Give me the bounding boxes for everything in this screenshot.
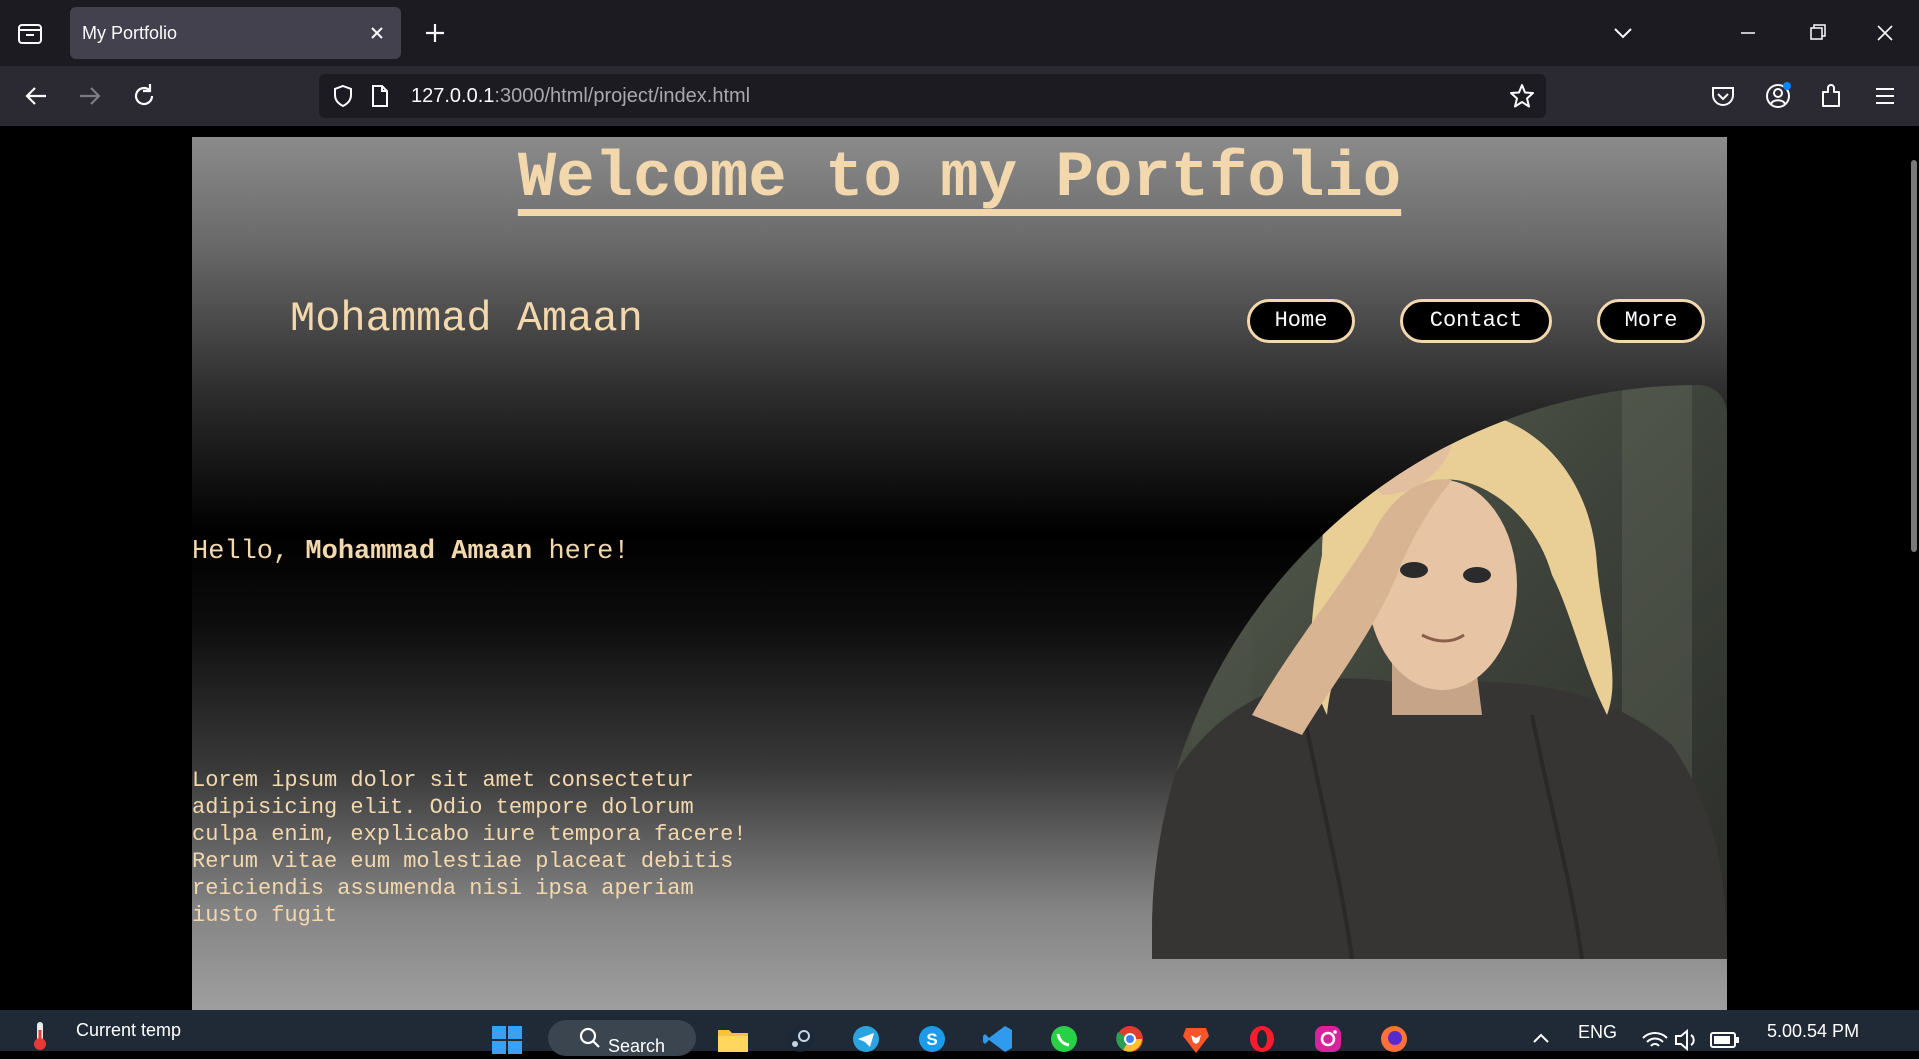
chrome-icon[interactable] — [1113, 1024, 1147, 1054]
plus-icon[interactable] — [420, 18, 450, 48]
url-text[interactable]: 127.0.0.1:3000/html/project/index.html — [411, 85, 750, 108]
language-indicator[interactable]: ENG — [1578, 1022, 1617, 1043]
search-label: Search — [608, 1036, 666, 1056]
hello-text: Hello, Mohammad Amaan here! — [192, 537, 629, 567]
skype-icon[interactable]: S — [915, 1024, 949, 1054]
hello-suffix: here! — [532, 537, 630, 567]
page-viewport: Welcome to my Portfolio Mohammad Amaan H… — [0, 126, 1919, 1010]
window-close-icon[interactable] — [1868, 18, 1902, 48]
profile-image — [1152, 385, 1727, 959]
brave-icon[interactable] — [1179, 1024, 1213, 1054]
star-icon[interactable] — [1508, 82, 1536, 110]
address-bar[interactable]: 127.0.0.1:3000/html/project/index.html — [319, 74, 1546, 118]
page-icon[interactable] — [365, 82, 393, 110]
account-icon[interactable] — [1762, 80, 1794, 112]
clock-time[interactable]: 5.00.54 PM — [1767, 1021, 1859, 1042]
tab-my-portfolio[interactable]: My Portfolio — [70, 7, 401, 59]
navigation-toolbar: 127.0.0.1:3000/html/project/index.html — [0, 66, 1919, 126]
forward-icon[interactable] — [74, 80, 106, 112]
volume-icon[interactable] — [1670, 1024, 1704, 1054]
menu-icon[interactable] — [1869, 80, 1901, 112]
back-icon[interactable] — [20, 80, 52, 112]
chevron-down-icon[interactable] — [1606, 18, 1640, 48]
instagram-icon[interactable] — [1311, 1024, 1345, 1054]
chevron-up-icon[interactable] — [1524, 1024, 1558, 1054]
extensions-icon[interactable] — [1815, 80, 1847, 112]
telegram-icon[interactable] — [849, 1024, 883, 1054]
tab-title: My Portfolio — [82, 23, 178, 43]
hello-name: Mohammad Amaan — [305, 537, 533, 567]
hello-prefix: Hello, — [192, 537, 306, 567]
page-scrollbar[interactable] — [1911, 160, 1917, 552]
minimize-icon[interactable] — [1731, 18, 1765, 48]
url-host: 127.0.0.1 — [411, 85, 495, 107]
page-title: Welcome to my Portfolio — [517, 143, 1402, 215]
nav-contact-button[interactable]: Contact — [1400, 299, 1552, 343]
shield-icon[interactable] — [329, 82, 357, 110]
url-path: :3000/html/project/index.html — [494, 85, 751, 107]
file-explorer-icon[interactable] — [716, 1024, 750, 1054]
restore-icon[interactable] — [1800, 18, 1834, 48]
opera-icon[interactable] — [1245, 1024, 1279, 1054]
wifi-icon[interactable] — [1638, 1024, 1672, 1054]
steam-icon[interactable] — [783, 1024, 817, 1054]
tab-bar: My Portfolio — [0, 0, 1919, 66]
firefox-icon[interactable] — [1377, 1024, 1411, 1054]
nav-home-button[interactable]: Home — [1247, 299, 1355, 343]
battery-icon[interactable] — [1708, 1024, 1742, 1054]
vscode-icon[interactable] — [981, 1024, 1015, 1054]
tab-list-icon[interactable] — [14, 20, 46, 48]
thermometer-icon[interactable] — [30, 1020, 50, 1050]
pocket-icon[interactable] — [1707, 80, 1739, 112]
whatsapp-icon[interactable] — [1047, 1024, 1081, 1054]
svg-text:S: S — [926, 1030, 937, 1049]
intro-paragraph: Lorem ipsum dolor sit amet consectetur a… — [192, 768, 747, 928]
portfolio-page: Welcome to my Portfolio Mohammad Amaan H… — [192, 137, 1727, 1010]
close-icon[interactable] — [363, 19, 391, 47]
brand-name: Mohammad Amaan — [290, 295, 643, 343]
reload-icon[interactable] — [128, 80, 160, 112]
nav-more-button[interactable]: More — [1597, 299, 1705, 343]
windows-start-icon[interactable] — [490, 1024, 524, 1054]
taskbar: Current temp Search S ENG 5.00.54 PM — [0, 1010, 1919, 1056]
weather-label[interactable]: Current temp — [76, 1020, 181, 1041]
